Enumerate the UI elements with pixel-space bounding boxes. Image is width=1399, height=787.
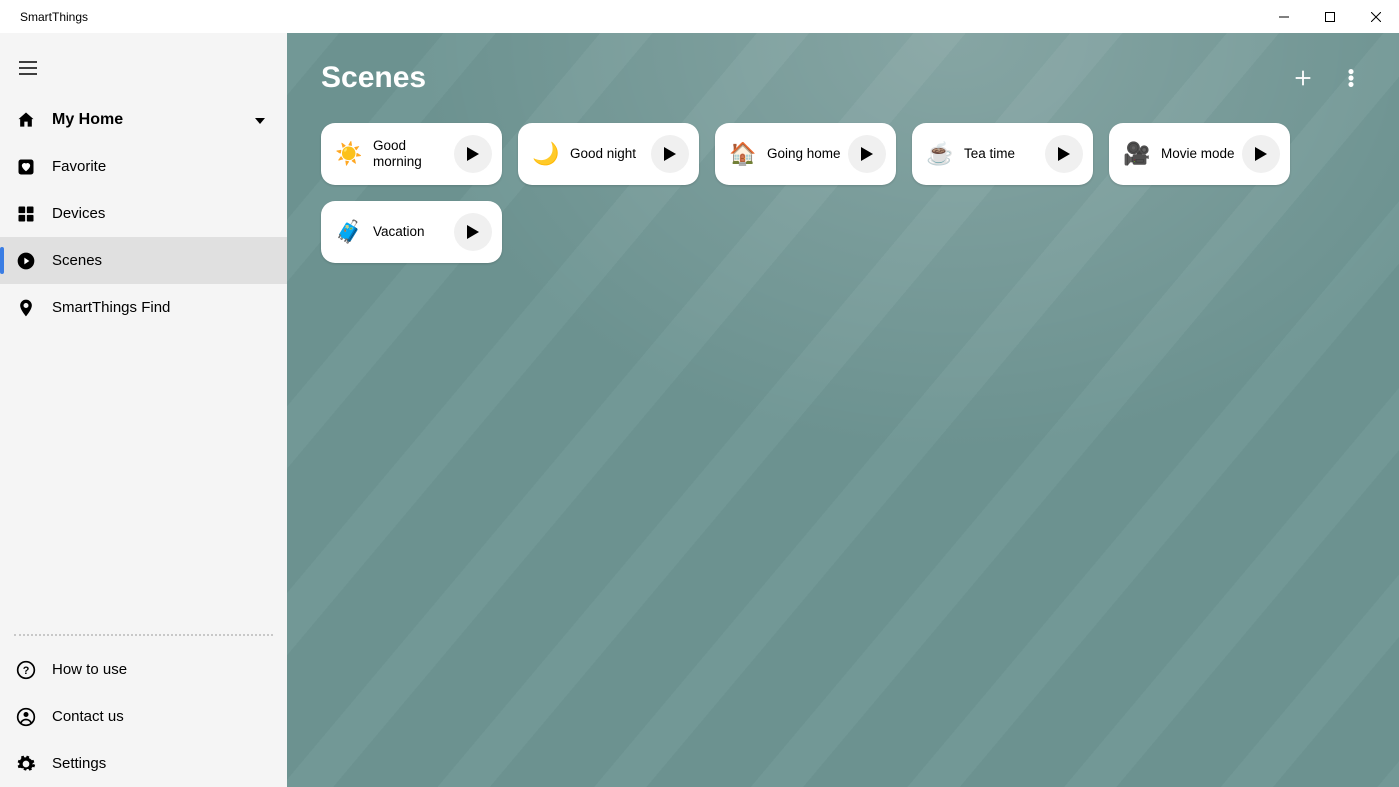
sidebar-divider xyxy=(14,634,273,636)
plus-icon xyxy=(1292,67,1314,89)
scene-label: Going home xyxy=(767,146,841,162)
svg-text:?: ? xyxy=(23,665,30,677)
sidebar-item-scenes[interactable]: Scenes xyxy=(0,237,287,284)
close-button[interactable] xyxy=(1353,0,1399,33)
sidebar-item-contact-us[interactable]: Contact us xyxy=(0,693,287,740)
sidebar-item-settings[interactable]: Settings xyxy=(0,740,287,787)
kebab-icon xyxy=(1340,67,1362,89)
scene-icon: 🌙 xyxy=(530,141,562,167)
home-icon xyxy=(14,108,38,132)
scene-label: Tea time xyxy=(964,146,1015,162)
scene-label: Good night xyxy=(570,146,636,162)
play-icon xyxy=(664,147,676,161)
sidebar-item-label: Contact us xyxy=(52,708,124,725)
scene-card[interactable]: 🧳 Vacation xyxy=(321,201,502,263)
run-scene-button[interactable] xyxy=(1045,135,1083,173)
maximize-button[interactable] xyxy=(1307,0,1353,33)
help-icon: ? xyxy=(14,658,38,682)
sidebar-item-label: Favorite xyxy=(52,158,106,175)
minimize-button[interactable] xyxy=(1261,0,1307,33)
hamburger-button[interactable] xyxy=(4,48,52,88)
app-title: SmartThings xyxy=(20,10,88,24)
play-icon xyxy=(1058,147,1070,161)
sidebar-item-smartthings-find[interactable]: SmartThings Find xyxy=(0,284,287,331)
scene-card[interactable]: 🌙 Good night xyxy=(518,123,699,185)
scene-card[interactable]: ☀️ Good morning xyxy=(321,123,502,185)
close-icon xyxy=(1371,12,1381,22)
scene-icon: ☀️ xyxy=(333,141,365,167)
scene-label: Movie mode xyxy=(1161,146,1235,162)
scene-card[interactable]: 🏠 Going home xyxy=(715,123,896,185)
play-icon xyxy=(467,147,479,161)
window-controls xyxy=(1261,0,1399,33)
scene-label: Vacation xyxy=(373,224,425,240)
sidebar-item-label: Settings xyxy=(52,755,106,772)
sidebar-item-label: How to use xyxy=(52,661,127,678)
more-options-button[interactable] xyxy=(1337,64,1365,92)
menu-icon xyxy=(19,61,37,75)
sidebar-item-label: My Home xyxy=(52,111,123,129)
sidebar-item-label: Devices xyxy=(52,205,105,222)
scene-card[interactable]: ☕ Tea time xyxy=(912,123,1093,185)
headset-icon xyxy=(14,705,38,729)
play-icon xyxy=(467,225,479,239)
run-scene-button[interactable] xyxy=(651,135,689,173)
location-search-icon xyxy=(14,296,38,320)
minimize-icon xyxy=(1279,12,1289,22)
play-circle-icon xyxy=(14,249,38,273)
main-content: Scenes ☀️ Good morning 🌙 Good night 🏠 Going h… xyxy=(287,33,1399,787)
sidebar-item-devices[interactable]: Devices xyxy=(0,190,287,237)
scene-icon: ☕ xyxy=(924,141,956,167)
gear-icon xyxy=(14,752,38,776)
scenes-grid: ☀️ Good morning 🌙 Good night 🏠 Going home ☕ Tea… xyxy=(321,123,1365,263)
scene-label: Good morning xyxy=(373,138,453,170)
play-icon xyxy=(1255,147,1267,161)
sidebar-item-label: Scenes xyxy=(52,252,102,269)
scene-icon: 🏠 xyxy=(727,141,759,167)
add-scene-button[interactable] xyxy=(1289,64,1317,92)
page-header: Scenes xyxy=(321,61,1365,95)
run-scene-button[interactable] xyxy=(454,135,492,173)
sidebar: My Home Favorite Devices Scenes xyxy=(0,33,287,787)
page-title: Scenes xyxy=(321,61,426,95)
heart-icon xyxy=(14,155,38,179)
play-icon xyxy=(861,147,873,161)
sidebar-item-how-to-use[interactable]: ? How to use xyxy=(0,646,287,693)
scene-icon: 🧳 xyxy=(333,219,365,245)
run-scene-button[interactable] xyxy=(454,213,492,251)
sidebar-item-label: SmartThings Find xyxy=(52,299,170,316)
run-scene-button[interactable] xyxy=(848,135,886,173)
scene-card[interactable]: 🎥 Movie mode xyxy=(1109,123,1290,185)
grid-icon xyxy=(14,202,38,226)
run-scene-button[interactable] xyxy=(1242,135,1280,173)
window-titlebar: SmartThings xyxy=(0,0,1399,33)
sidebar-item-favorite[interactable]: Favorite xyxy=(0,143,287,190)
scene-icon: 🎥 xyxy=(1121,141,1153,167)
maximize-icon xyxy=(1325,12,1335,22)
sidebar-item-my-home[interactable]: My Home xyxy=(0,96,287,143)
chevron-down-icon xyxy=(255,111,265,129)
